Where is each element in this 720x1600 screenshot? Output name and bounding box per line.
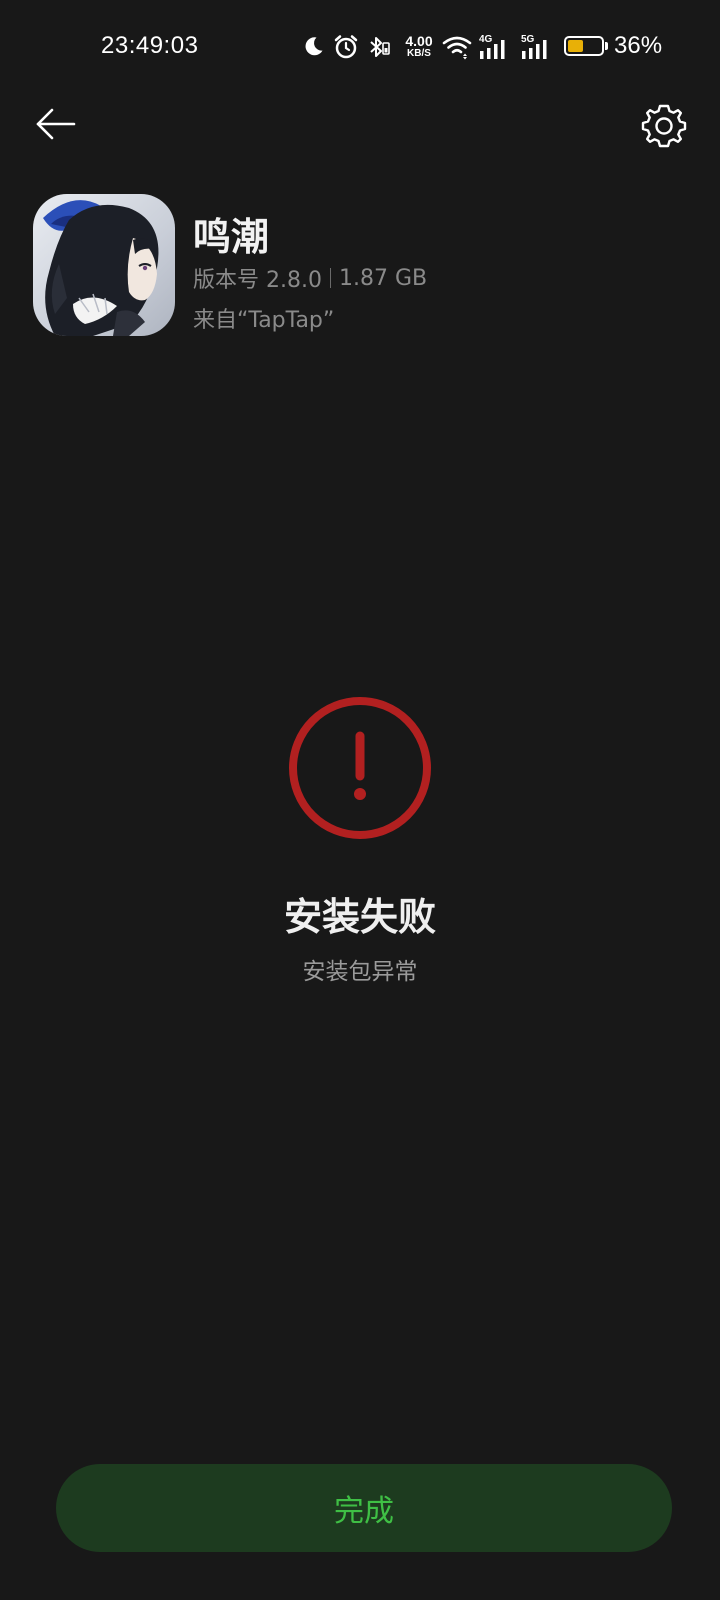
- net-speed: 4.00 KB/S: [400, 34, 438, 59]
- done-button[interactable]: 完成: [56, 1464, 672, 1552]
- signal-icon-sim2: [522, 40, 547, 59]
- battery-level-fill: [568, 40, 583, 52]
- error-exclamation-icon: [286, 694, 434, 842]
- app-size: 1.87 GB: [338, 265, 428, 291]
- signal-icon: [480, 40, 505, 59]
- status-time: 23:49:03: [101, 32, 199, 59]
- status-bar: 23:49:03 4.00 KB/S 4G 5G 36%: [0, 0, 720, 95]
- wifi-icon: [442, 36, 472, 60]
- app-meta: 版本号 2.8.0 1.87 GB: [193, 262, 427, 294]
- settings-button[interactable]: [638, 100, 690, 152]
- result-subtitle: 安装包异常: [302, 959, 418, 985]
- arrow-left-icon: [36, 108, 76, 140]
- moon-icon: [305, 37, 323, 56]
- net-speed-value: 4.00: [405, 33, 433, 49]
- done-button-label: 完成: [334, 1494, 394, 1529]
- back-button[interactable]: [30, 100, 82, 152]
- gear-icon: [641, 104, 687, 148]
- battery-percent: 36%: [614, 32, 663, 59]
- app-name: 鸣潮: [193, 215, 270, 259]
- bluetooth-icon: [370, 37, 390, 57]
- result-title: 安装失败: [283, 895, 436, 939]
- battery-tip: [605, 42, 608, 50]
- battery-icon: [564, 36, 604, 56]
- net-speed-unit: KB/S: [407, 48, 431, 59]
- meta-divider: [329, 268, 331, 288]
- app-icon: [33, 194, 175, 336]
- alarm-icon: [334, 35, 358, 59]
- app-source: 来自“TapTap”: [193, 308, 335, 333]
- app-version: 版本号 2.8.0: [193, 268, 322, 293]
